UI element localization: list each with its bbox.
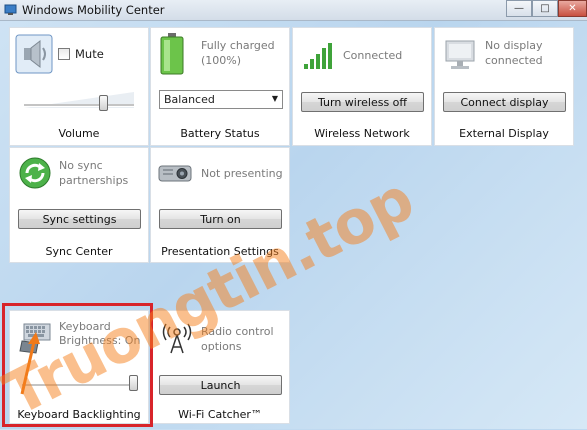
wireless-tile: Connected Turn wireless off Wireless Net… (292, 27, 432, 146)
volume-slider-thumb[interactable] (99, 95, 108, 111)
display-status: No display connected (485, 39, 543, 67)
close-button[interactable]: ✕ (558, 0, 587, 17)
battery-tile: Fully charged (100%) Balanced ▼ Battery … (150, 27, 290, 146)
battery-status: Fully charged (100%) (201, 39, 275, 67)
sync-status: No sync partnerships (59, 159, 129, 187)
display-tile-name: External Display (459, 127, 549, 140)
battery-tile-name: Battery Status (180, 127, 260, 140)
wireless-status: Connected (343, 49, 403, 62)
volume-slider-track[interactable] (24, 104, 134, 107)
connect-display-button[interactable]: Connect display (443, 92, 566, 112)
monitor-icon (445, 40, 475, 69)
mute-label: Mute (75, 47, 104, 61)
speaker-icon[interactable] (15, 34, 53, 74)
presentation-status: Not presenting (201, 167, 283, 180)
battery-icon (160, 33, 184, 75)
turn-on-button[interactable]: Turn on (159, 209, 282, 229)
signal-bars-icon (304, 43, 332, 69)
launch-button[interactable]: Launch (159, 375, 282, 395)
power-plan-dropdown[interactable]: Balanced ▼ (159, 90, 283, 109)
power-plan-value: Balanced (164, 93, 215, 106)
sync-tile: No sync partnerships Sync settings Sync … (9, 147, 149, 263)
volume-tile-name: Volume (58, 127, 100, 140)
title-bar: Windows Mobility Center — □ ✕ (0, 0, 587, 21)
display-tile: No display connected Connect display Ext… (434, 27, 574, 146)
sync-settings-button[interactable]: Sync settings (18, 209, 141, 229)
sync-icon (19, 157, 51, 189)
wireless-tile-name: Wireless Network (314, 127, 410, 140)
minimize-button[interactable]: — (506, 0, 532, 17)
chevron-down-icon: ▼ (271, 94, 278, 103)
projector-icon (158, 165, 192, 182)
mobility-center-icon (4, 4, 17, 15)
mute-checkbox[interactable] (58, 48, 70, 60)
maximize-button[interactable]: □ (532, 0, 558, 17)
turn-wireless-off-button[interactable]: Turn wireless off (301, 92, 424, 112)
window-title: Windows Mobility Center (22, 3, 165, 17)
wifi-catcher-tile-name: Wi-Fi Catcher™ (178, 408, 262, 421)
volume-tile: Mute Volume (9, 27, 149, 146)
sync-tile-name: Sync Center (45, 245, 113, 258)
volume-scale (24, 92, 134, 108)
